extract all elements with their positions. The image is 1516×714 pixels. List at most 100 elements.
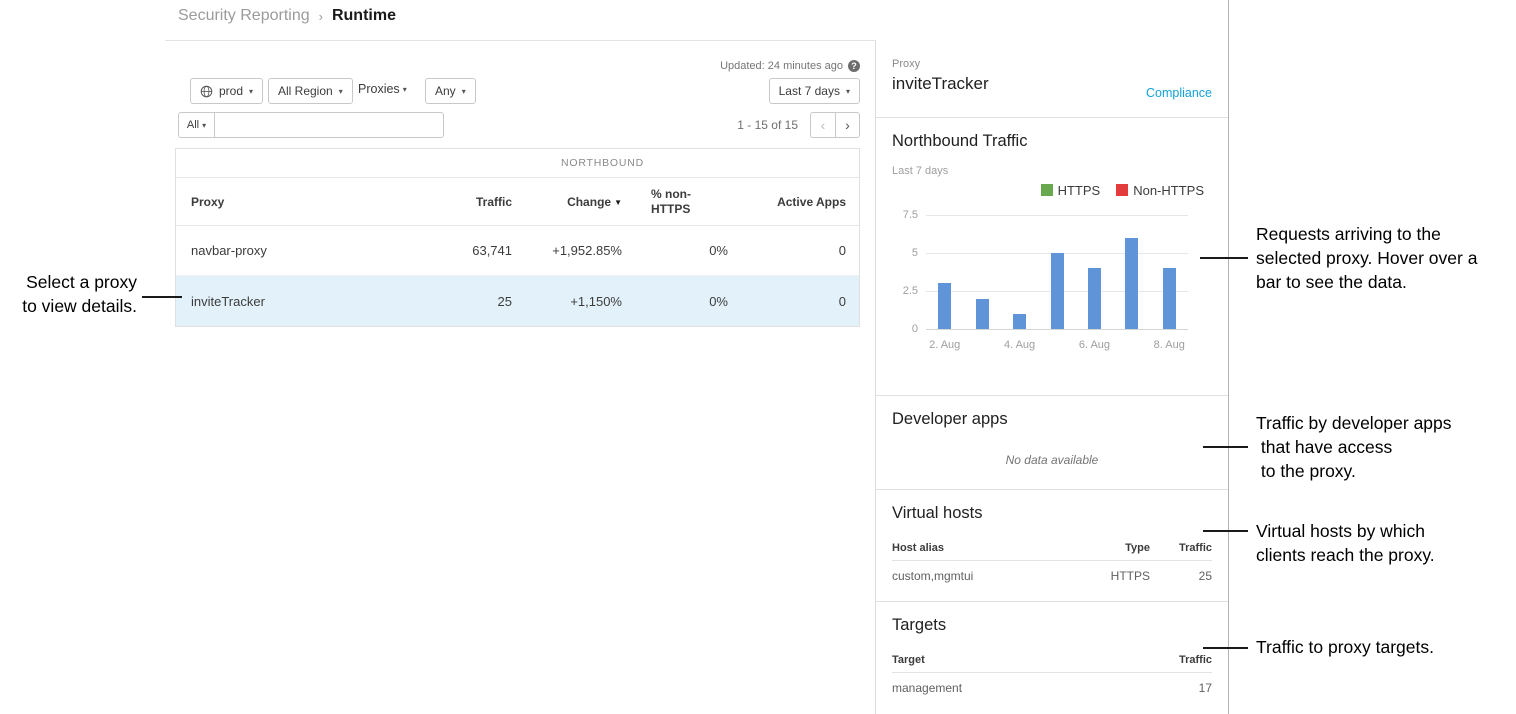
legend-label: Non-HTTPS bbox=[1133, 183, 1204, 198]
column-header-active-apps[interactable]: Active Apps bbox=[728, 195, 859, 209]
callout-line-virtual-hosts bbox=[1203, 530, 1248, 532]
table-row-selected[interactable]: inviteTracker 25 +1,150% 0% 0 bbox=[176, 276, 859, 326]
virtual-hosts-title: Virtual hosts bbox=[892, 504, 1212, 523]
column-header-change[interactable]: Change▼ bbox=[512, 195, 622, 209]
annotation-line: Traffic by developer apps bbox=[1256, 411, 1452, 435]
chart-bar[interactable] bbox=[1051, 253, 1064, 329]
next-page-button[interactable]: › bbox=[835, 112, 860, 138]
annotation-line: Virtual hosts by which bbox=[1256, 519, 1435, 543]
cell-change: +1,952.85% bbox=[512, 243, 622, 258]
chart-bar[interactable] bbox=[1163, 268, 1176, 329]
cell-type: HTTPS bbox=[1080, 569, 1150, 583]
annotation-line: Traffic to proxy targets. bbox=[1256, 635, 1434, 659]
legend-item: Non-HTTPS bbox=[1116, 183, 1204, 197]
chart-subtitle: Last 7 days bbox=[892, 165, 1212, 177]
proxies-dropdown[interactable]: Proxies ▾ bbox=[358, 82, 407, 96]
column-header-traffic[interactable]: Traffic bbox=[426, 195, 512, 209]
gridline bbox=[926, 215, 1188, 216]
chevron-down-icon: ▾ bbox=[846, 87, 850, 96]
any-filter-dropdown[interactable]: Any ▾ bbox=[425, 78, 476, 104]
help-icon[interactable]: ? bbox=[848, 60, 860, 72]
chart-bar[interactable] bbox=[1013, 314, 1026, 329]
callout-line-targets bbox=[1203, 647, 1248, 649]
northbound-traffic-section: Northbound Traffic Last 7 days HTTPSNon-… bbox=[876, 118, 1228, 396]
annotation-chart-note: Requests arriving to theselected proxy. … bbox=[1256, 222, 1477, 294]
chart-bar[interactable] bbox=[1125, 238, 1138, 329]
chart-bar[interactable] bbox=[1088, 268, 1101, 329]
column-header-target: Target bbox=[892, 654, 1150, 666]
column-header-non-https[interactable]: % non-HTTPS bbox=[622, 187, 728, 217]
search-input[interactable] bbox=[214, 112, 444, 138]
chart-bar[interactable] bbox=[976, 299, 989, 329]
updated-status: Updated: 24 minutes ago ? bbox=[720, 60, 860, 72]
any-value: Any bbox=[435, 84, 456, 98]
annotation-virtual-hosts-note: Virtual hosts by whichclients reach the … bbox=[1256, 519, 1435, 567]
legend-swatch-icon bbox=[1041, 184, 1053, 196]
search-scope-value: All bbox=[187, 119, 199, 131]
environment-value: prod bbox=[219, 84, 243, 98]
targets-section: Targets Target Traffic management 17 bbox=[876, 602, 1228, 714]
search-scope-dropdown[interactable]: All ▾ bbox=[178, 112, 215, 138]
proxy-detail-panel: Proxy inviteTracker Compliance Northboun… bbox=[875, 40, 1228, 714]
chart-bar[interactable] bbox=[938, 283, 951, 329]
group-header-label: NORTHBOUND bbox=[346, 149, 859, 178]
x-axis-label: 8. Aug bbox=[1154, 339, 1185, 351]
chart-legend: HTTPS Non-HTTPS bbox=[892, 183, 1212, 197]
virtual-hosts-section: Virtual hosts Host alias Type Traffic cu… bbox=[876, 490, 1228, 602]
virtual-host-row: custom,mgmtui HTTPS 25 bbox=[892, 561, 1212, 591]
chart-plot bbox=[926, 215, 1188, 329]
callout-line-developer-apps bbox=[1203, 446, 1248, 448]
annotation-developer-apps-note: Traffic by developer apps that have acce… bbox=[1256, 411, 1452, 483]
callout-line-select-proxy bbox=[142, 296, 182, 298]
targets-table: Target Traffic management 17 bbox=[892, 647, 1212, 703]
breadcrumb: Security Reporting › Runtime bbox=[178, 7, 396, 25]
date-range-dropdown[interactable]: Last 7 days ▾ bbox=[769, 78, 860, 104]
annotation-line: to view details. bbox=[22, 294, 137, 318]
proxy-label: Proxy bbox=[892, 58, 1212, 70]
y-axis-label: 5 bbox=[892, 247, 918, 259]
annotation-select-proxy: Select a proxyto view details. bbox=[22, 270, 137, 318]
x-axis-label: 4. Aug bbox=[1004, 339, 1035, 351]
gridline bbox=[926, 329, 1188, 330]
x-axis-label: 6. Aug bbox=[1079, 339, 1110, 351]
y-axis-label: 7.5 bbox=[892, 209, 918, 221]
annotation-line: bar to see the data. bbox=[1256, 270, 1477, 294]
breadcrumb-separator-icon: › bbox=[319, 9, 323, 24]
cell-active-apps: 0 bbox=[728, 294, 859, 309]
column-header-traffic: Traffic bbox=[1150, 542, 1212, 554]
cell-proxy-name: inviteTracker bbox=[176, 294, 426, 309]
column-header-proxy[interactable]: Proxy bbox=[176, 195, 426, 209]
annotation-targets-note: Traffic to proxy targets. bbox=[1256, 635, 1434, 659]
proxies-label: Proxies bbox=[358, 82, 400, 96]
environment-dropdown[interactable]: prod ▾ bbox=[190, 78, 263, 104]
panel-right-border bbox=[1228, 0, 1229, 714]
cell-target: management bbox=[892, 681, 1150, 695]
pagination-label: 1 - 15 of 15 bbox=[737, 118, 798, 132]
virtual-hosts-header-row: Host alias Type Traffic bbox=[892, 535, 1212, 561]
cell-host-alias: custom,mgmtui bbox=[892, 569, 1080, 583]
table-row[interactable]: navbar-proxy 63,741 +1,952.85% 0% 0 bbox=[176, 226, 859, 276]
updated-text: Updated: 24 minutes ago bbox=[720, 60, 843, 72]
compliance-link[interactable]: Compliance bbox=[1146, 86, 1212, 100]
cell-proxy-name: navbar-proxy bbox=[176, 243, 426, 258]
annotation-line: to the proxy. bbox=[1256, 459, 1452, 483]
chevron-down-icon: ▾ bbox=[403, 85, 407, 94]
targets-title: Targets bbox=[892, 616, 1212, 635]
target-row: management 17 bbox=[892, 673, 1212, 703]
page-title: Runtime bbox=[332, 7, 396, 25]
annotation-line: selected proxy. Hover over a bbox=[1256, 246, 1477, 270]
legend-item: HTTPS bbox=[1041, 183, 1101, 197]
no-data-message: No data available bbox=[892, 453, 1212, 467]
region-value: All Region bbox=[278, 84, 333, 98]
cell-traffic: 25 bbox=[426, 294, 512, 309]
annotation-line: Requests arriving to the bbox=[1256, 222, 1477, 246]
prev-page-button[interactable]: ‹ bbox=[810, 112, 835, 138]
table-group-header: NORTHBOUND bbox=[176, 149, 859, 178]
legend-swatch-icon bbox=[1116, 184, 1128, 196]
breadcrumb-parent[interactable]: Security Reporting bbox=[178, 7, 310, 25]
region-dropdown[interactable]: All Region ▾ bbox=[268, 78, 353, 104]
globe-icon bbox=[200, 85, 213, 98]
proxy-table: NORTHBOUND Proxy Traffic Change▼ % non-H… bbox=[175, 148, 860, 327]
developer-apps-title: Developer apps bbox=[892, 410, 1212, 429]
column-header-traffic: Traffic bbox=[1150, 654, 1212, 666]
